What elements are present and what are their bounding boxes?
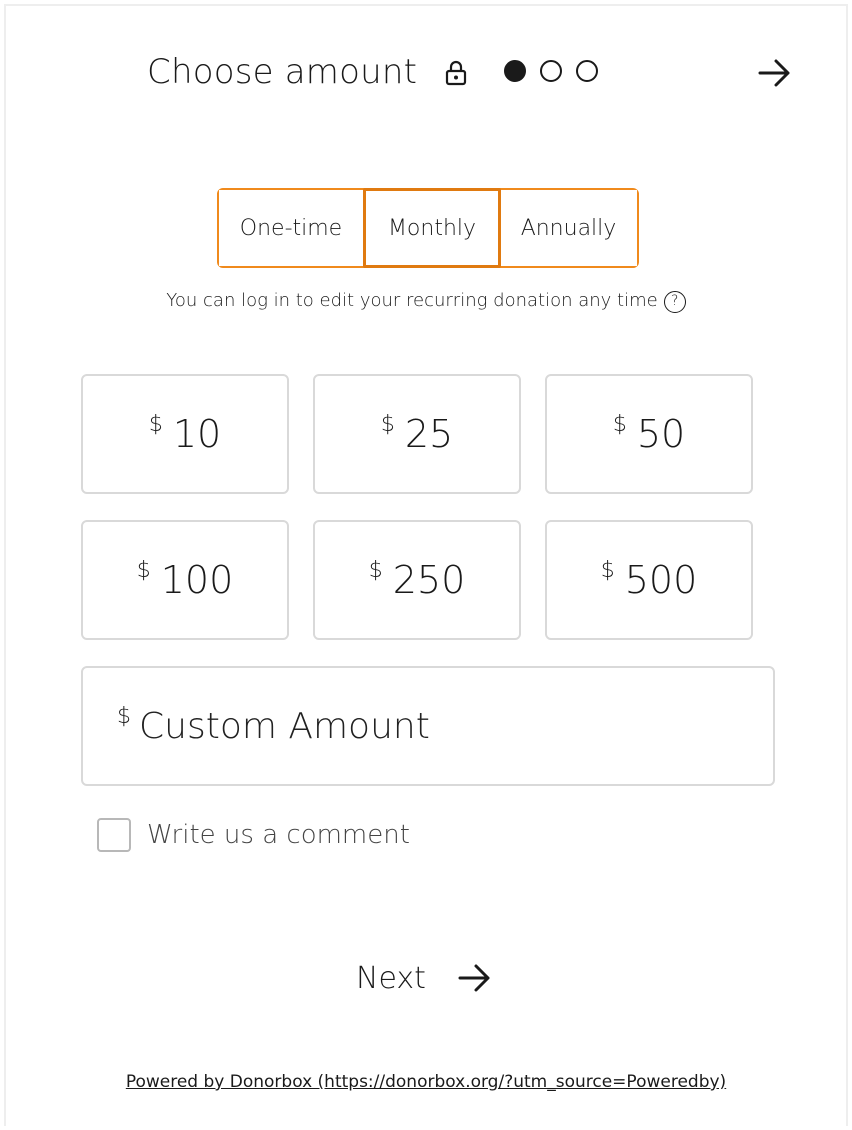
currency-symbol: $ — [380, 411, 395, 437]
powered-by-link[interactable]: Powered by Donorbox (https://donorbox.or… — [0, 1072, 852, 1092]
recurring-info: You can log in to edit your recurring do… — [0, 290, 852, 313]
step-dot-2 — [540, 60, 562, 82]
custom-amount-input[interactable] — [139, 705, 699, 747]
help-icon[interactable]: ? — [663, 291, 686, 313]
currency-symbol: $ — [368, 557, 383, 583]
step-dot-1 — [504, 60, 526, 82]
amount-value: 250 — [392, 558, 466, 602]
recurring-info-text: You can log in to edit your recurring do… — [166, 290, 658, 311]
amount-value: 100 — [160, 558, 234, 602]
amount-option-50[interactable]: $50 — [545, 374, 753, 494]
lock-icon — [445, 60, 467, 86]
comment-label: Write us a comment — [147, 820, 410, 850]
frequency-annually-button[interactable]: Annually — [500, 190, 637, 266]
amount-value: 500 — [624, 558, 698, 602]
currency-symbol: $ — [612, 411, 627, 437]
comment-checkbox[interactable] — [97, 818, 131, 852]
frequency-toggle: One-time Monthly Annually — [217, 188, 639, 268]
step-dot-3 — [576, 60, 598, 82]
frequency-monthly-button[interactable]: Monthly — [363, 188, 501, 268]
amount-value: 50 — [636, 412, 686, 456]
currency-symbol: $ — [117, 703, 131, 729]
next-button[interactable]: Next — [356, 956, 492, 1000]
amount-option-10[interactable]: $10 — [81, 374, 289, 494]
amount-value: 10 — [172, 412, 222, 456]
amount-option-100[interactable]: $100 — [81, 520, 289, 640]
currency-symbol: $ — [136, 557, 151, 583]
frequency-one-time-button[interactable]: One-time — [219, 190, 364, 266]
header: Choose amount — [0, 48, 852, 98]
amount-option-250[interactable]: $250 — [313, 520, 521, 640]
arrow-right-icon — [458, 964, 490, 992]
custom-amount-field: $ — [81, 666, 775, 786]
arrow-right-icon[interactable] — [758, 58, 792, 88]
currency-symbol: $ — [148, 411, 163, 437]
page-title: Choose amount — [147, 52, 418, 92]
amount-option-25[interactable]: $25 — [313, 374, 521, 494]
currency-symbol: $ — [600, 557, 615, 583]
step-indicator — [504, 60, 598, 86]
comment-option[interactable]: Write us a comment — [97, 818, 410, 852]
amount-value: 25 — [404, 412, 454, 456]
next-label: Next — [356, 960, 426, 996]
amount-option-500[interactable]: $500 — [545, 520, 753, 640]
